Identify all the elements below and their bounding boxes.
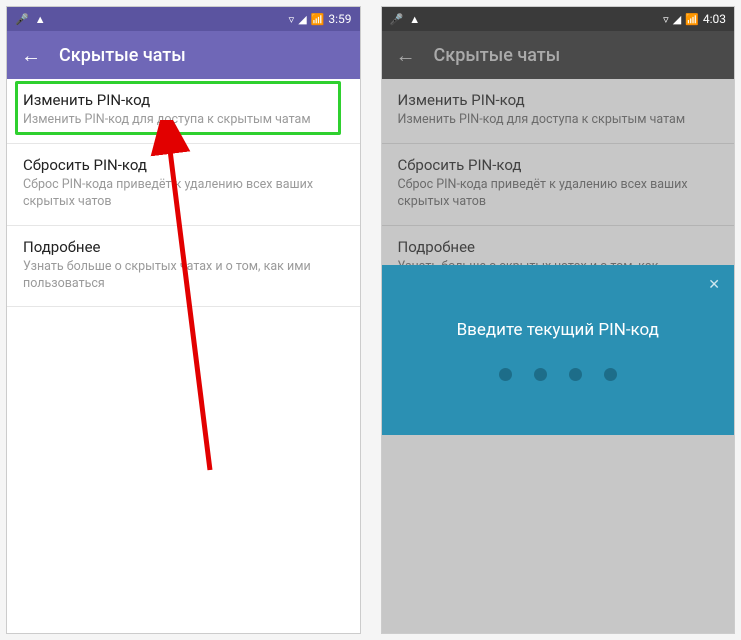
page-title: Скрытые чаты bbox=[59, 45, 186, 66]
item-title: Изменить PIN-код bbox=[23, 91, 344, 109]
pin-dots[interactable] bbox=[499, 368, 617, 381]
signal-icon: ◢ bbox=[298, 14, 306, 25]
pin-prompt: Введите текущий PIN-код bbox=[457, 320, 659, 340]
pin-dot bbox=[499, 368, 512, 381]
settings-list: Изменить PIN-код Изменить PIN-код для до… bbox=[7, 79, 360, 633]
signal-icon: ◢ bbox=[673, 14, 681, 25]
debug-icon: ▲ bbox=[409, 14, 420, 25]
pin-entry-panel: ✕ Введите текущий PIN-код bbox=[382, 265, 735, 435]
close-icon[interactable]: ✕ bbox=[708, 277, 720, 293]
phone-screenshot-right: 🎤 ▲ ▿ ◢ 📶 4:03 ← Скрытые чаты Изменить P… bbox=[381, 6, 736, 634]
battery-icon: 📶 bbox=[311, 14, 325, 25]
status-bar: 🎤 ▲ ▿ ◢ 📶 3:59 bbox=[7, 7, 360, 31]
item-subtitle: Изменить PIN-код для доступа к скрытым ч… bbox=[23, 112, 344, 129]
item-title: Сбросить PIN-код bbox=[398, 156, 719, 174]
item-reset-pin[interactable]: Сбросить PIN-код Сброс PIN-кода приведёт… bbox=[382, 144, 735, 226]
settings-list: Изменить PIN-код Изменить PIN-код для до… bbox=[382, 79, 735, 633]
item-learn-more[interactable]: Подробнее Узнать больше о скрытых чатах … bbox=[7, 226, 360, 308]
mic-muted-icon: 🎤 bbox=[15, 14, 29, 25]
phone-screenshot-left: 🎤 ▲ ▿ ◢ 📶 3:59 ← Скрытые чаты Изменить P… bbox=[6, 6, 361, 634]
clock: 3:59 bbox=[328, 12, 351, 26]
item-reset-pin[interactable]: Сбросить PIN-код Сброс PIN-кода приведёт… bbox=[7, 144, 360, 226]
pin-dot bbox=[534, 368, 547, 381]
app-bar: ← Скрытые чаты bbox=[382, 31, 735, 79]
debug-icon: ▲ bbox=[35, 14, 46, 25]
page-title: Скрытые чаты bbox=[434, 45, 561, 66]
back-arrow-icon[interactable]: ← bbox=[396, 45, 416, 65]
item-subtitle: Сброс PIN-кода приведёт к удалению всех … bbox=[398, 177, 719, 211]
item-subtitle: Сброс PIN-кода приведёт к удалению всех … bbox=[23, 177, 344, 211]
mic-muted-icon: 🎤 bbox=[390, 14, 404, 25]
battery-icon: 📶 bbox=[685, 14, 699, 25]
back-arrow-icon[interactable]: ← bbox=[21, 45, 41, 65]
item-subtitle: Изменить PIN-код для доступа к скрытым ч… bbox=[398, 112, 719, 129]
item-change-pin[interactable]: Изменить PIN-код Изменить PIN-код для до… bbox=[7, 79, 360, 144]
item-subtitle: Узнать больше о скрытых чатах и о том, к… bbox=[23, 259, 344, 293]
wifi-icon: ▿ bbox=[289, 14, 295, 25]
clock: 4:03 bbox=[703, 12, 726, 26]
item-title: Сбросить PIN-код bbox=[23, 156, 344, 174]
app-bar: ← Скрытые чаты bbox=[7, 31, 360, 79]
item-title: Подробнее bbox=[398, 238, 719, 256]
item-title: Изменить PIN-код bbox=[398, 91, 719, 109]
pin-dot bbox=[569, 368, 582, 381]
wifi-icon: ▿ bbox=[663, 14, 669, 25]
pin-dot bbox=[604, 368, 617, 381]
status-bar: 🎤 ▲ ▿ ◢ 📶 4:03 bbox=[382, 7, 735, 31]
item-title: Подробнее bbox=[23, 238, 344, 256]
item-change-pin[interactable]: Изменить PIN-код Изменить PIN-код для до… bbox=[382, 79, 735, 144]
